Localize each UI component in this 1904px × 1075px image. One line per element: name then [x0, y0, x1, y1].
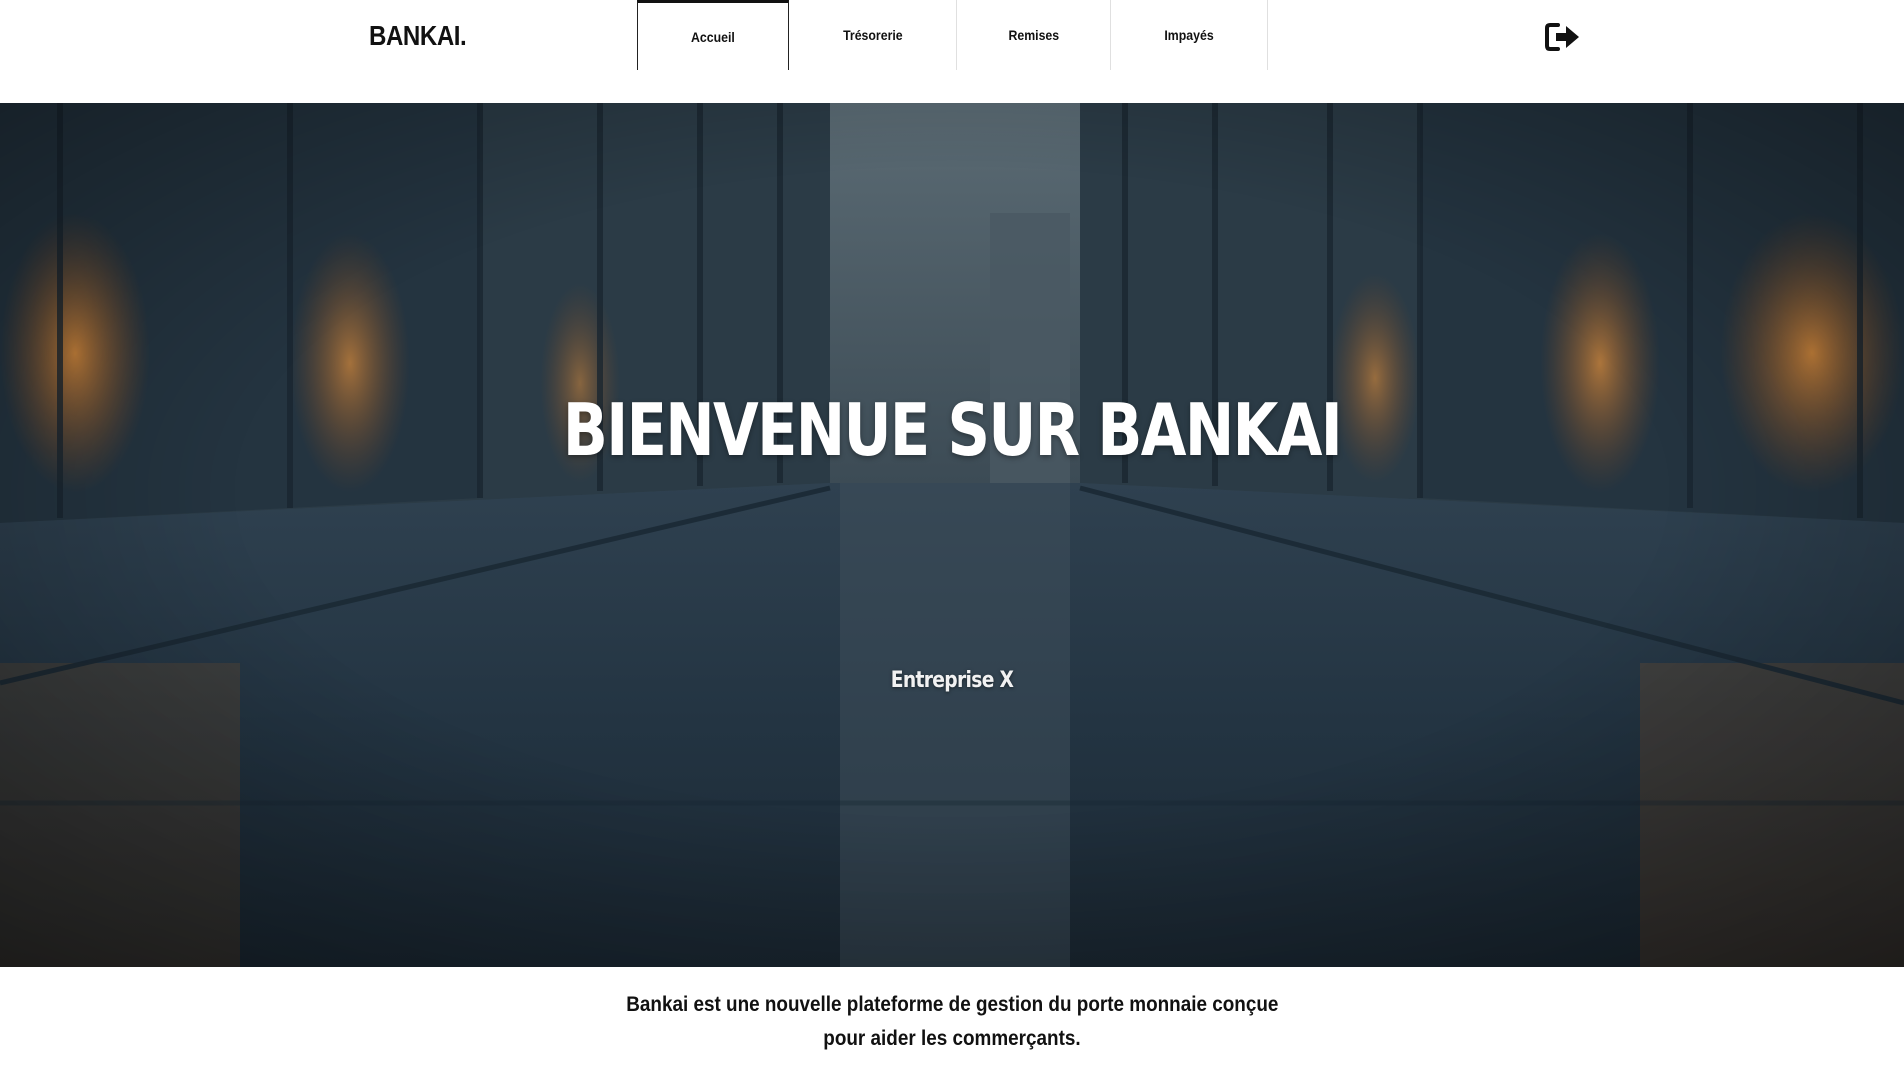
- sign-out-icon: [1545, 23, 1579, 51]
- description-line-2: pour aider les commerçants.: [823, 1027, 1081, 1050]
- nav-tab-accueil[interactable]: Accueil: [637, 0, 789, 70]
- main-nav: Accueil Trésorerie Remises Impayés: [637, 0, 1268, 70]
- top-header: BANKAI. Accueil Trésorerie Remises Impay…: [0, 0, 1904, 103]
- company-name: Entreprise X: [890, 668, 1014, 693]
- hero-title: BIENVENUE SUR BANKAI: [562, 388, 1343, 472]
- nav-tab-label: Remises: [1008, 27, 1059, 43]
- nav-tab-remises[interactable]: Remises: [957, 0, 1111, 70]
- logout-button[interactable]: [1544, 21, 1582, 53]
- nav-tab-label: Accueil: [691, 28, 735, 45]
- nav-tab-impayes[interactable]: Impayés: [1111, 0, 1268, 70]
- nav-tab-label: Impayés: [1164, 27, 1214, 43]
- hero-banner: BIENVENUE SUR BANKAI Entreprise X: [0, 103, 1904, 967]
- nav-tab-label: Trésorerie: [842, 27, 903, 43]
- platform-description: Bankai est une nouvelle plateforme de ge…: [552, 988, 1352, 1056]
- nav-tab-tresorerie[interactable]: Trésorerie: [789, 0, 957, 70]
- brand-logo[interactable]: BANKAI.: [369, 20, 467, 52]
- description-line-1: Bankai est une nouvelle plateforme de ge…: [625, 993, 1279, 1016]
- hero-background-image: [0, 103, 1904, 967]
